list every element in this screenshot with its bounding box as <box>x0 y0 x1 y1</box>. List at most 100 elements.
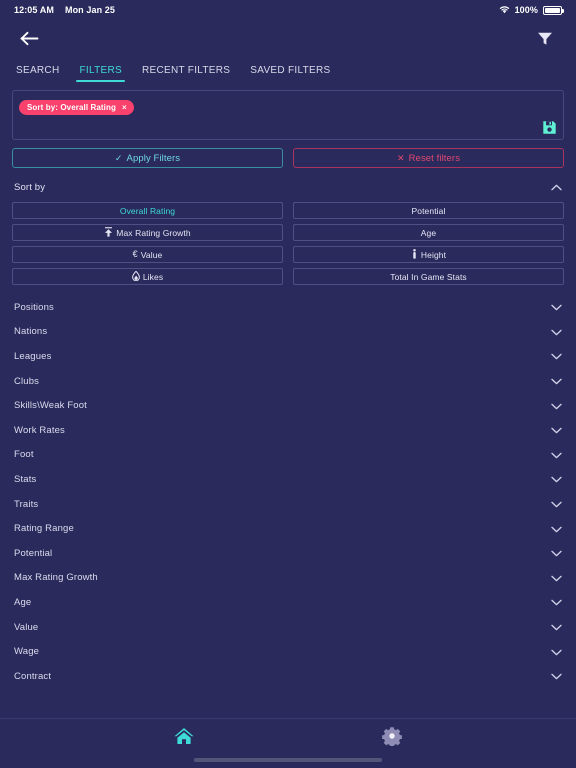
sort-by-section-header[interactable]: Sort by <box>0 176 576 198</box>
filter-section-work-rates[interactable]: Work Rates <box>0 418 576 443</box>
filter-section-label: Potential <box>14 547 53 559</box>
sort-option-label: Potential <box>411 205 446 216</box>
filter-section-label: Contract <box>14 670 52 682</box>
filter-section-nations[interactable]: Nations <box>0 320 576 345</box>
filter-section-positions[interactable]: Positions <box>0 295 576 320</box>
filter-sections-list: Positions Nations Leagues Clubs Skills\W… <box>0 295 576 689</box>
apply-filters-label: Apply Filters <box>126 152 181 164</box>
arrow-up-bar-icon <box>104 226 113 239</box>
chevron-down-icon[interactable] <box>551 397 562 415</box>
sort-option-label: Total In Game Stats <box>390 271 467 282</box>
filter-section-contract[interactable]: Contract <box>0 664 576 689</box>
chevron-down-icon[interactable] <box>551 421 562 439</box>
filter-section-label: Skills\Weak Foot <box>14 400 87 412</box>
nav-settings-button[interactable] <box>375 724 409 754</box>
filter-section-label: Value <box>14 621 39 633</box>
filter-section-traits[interactable]: Traits <box>0 492 576 517</box>
nav-home-button[interactable] <box>167 724 201 754</box>
filter-section-skills-weak-foot[interactable]: Skills\Weak Foot <box>0 393 576 418</box>
wifi-icon <box>499 5 510 16</box>
filter-section-value[interactable]: Value <box>0 615 576 640</box>
x-icon: ✕ <box>396 152 405 163</box>
chevron-down-icon[interactable] <box>551 495 562 513</box>
app-screen: 12:05 AM Mon Jan 25 100% SEARCH FILTERS … <box>0 0 576 768</box>
chevron-down-icon[interactable] <box>551 544 562 562</box>
chevron-down-icon[interactable] <box>551 372 562 390</box>
filter-section-potential[interactable]: Potential <box>0 541 576 566</box>
status-date: Mon Jan 25 <box>64 5 115 15</box>
filter-section-age[interactable]: Age <box>0 590 576 615</box>
battery-percent: 100% <box>514 5 538 15</box>
chevron-down-icon[interactable] <box>551 569 562 587</box>
chevron-down-icon[interactable] <box>551 347 562 365</box>
chevron-down-icon[interactable] <box>551 323 562 341</box>
filter-section-label: Leagues <box>14 350 52 362</box>
filter-section-leagues[interactable]: Leagues <box>0 344 576 369</box>
sort-option-total-in-game-stats[interactable]: Total In Game Stats <box>293 268 564 285</box>
filter-actions: ✓ Apply Filters ✕ Reset filters <box>0 140 576 168</box>
filter-chip-sort-by[interactable]: Sort by: Overall Rating × <box>19 100 134 115</box>
sort-option-overall-rating[interactable]: Overall Rating <box>12 202 283 219</box>
filter-section-label: Positions <box>14 301 54 313</box>
chevron-down-icon[interactable] <box>551 618 562 636</box>
filter-section-label: Max Rating Growth <box>14 572 98 584</box>
filter-section-rating-range[interactable]: Rating Range <box>0 516 576 541</box>
chevron-down-icon[interactable] <box>551 667 562 685</box>
sort-option-max-rating-growth[interactable]: Max Rating Growth <box>12 224 283 241</box>
status-bar: 12:05 AM Mon Jan 25 100% <box>0 0 576 20</box>
euro-icon: € <box>132 249 138 259</box>
tab-filters[interactable]: FILTERS <box>69 65 131 82</box>
filter-section-label: Stats <box>14 473 37 485</box>
filter-section-label: Wage <box>14 646 40 658</box>
chevron-down-icon[interactable] <box>551 470 562 488</box>
bottom-navigation <box>0 718 576 768</box>
chevron-down-icon[interactable] <box>551 298 562 316</box>
sort-option-likes[interactable]: Likes <box>12 268 283 285</box>
sort-option-label: Value <box>140 249 163 260</box>
sort-option-label: Age <box>420 227 437 238</box>
tab-saved-filters[interactable]: SAVED FILTERS <box>240 65 340 82</box>
filter-section-clubs[interactable]: Clubs <box>0 369 576 394</box>
sort-option-potential[interactable]: Potential <box>293 202 564 219</box>
status-time: 12:05 AM <box>14 5 54 15</box>
sort-option-label: Overall Rating <box>119 205 176 216</box>
sort-option-value[interactable]: € Value <box>12 246 283 263</box>
filter-section-foot[interactable]: Foot <box>0 443 576 468</box>
chevron-down-icon[interactable] <box>551 643 562 661</box>
filter-section-max-rating-growth[interactable]: Max Rating Growth <box>0 566 576 591</box>
chevron-down-icon[interactable] <box>551 593 562 611</box>
status-bar-left: 12:05 AM Mon Jan 25 <box>14 5 115 15</box>
reset-filters-label: Reset filters <box>408 152 461 164</box>
tab-search[interactable]: SEARCH <box>6 65 69 82</box>
save-floppy-icon[interactable] <box>540 118 558 136</box>
tab-bar: SEARCH FILTERS RECENT FILTERS SAVED FILT… <box>0 56 576 82</box>
home-indicator <box>194 758 382 762</box>
funnel-icon[interactable] <box>532 25 558 51</box>
close-icon[interactable]: × <box>122 103 127 112</box>
flame-icon <box>131 270 140 283</box>
reset-filters-button[interactable]: ✕ Reset filters <box>293 148 564 168</box>
filter-section-label: Traits <box>14 498 39 510</box>
apply-filters-button[interactable]: ✓ Apply Filters <box>12 148 283 168</box>
home-icon <box>173 726 195 751</box>
filter-section-label: Age <box>14 596 32 608</box>
filter-section-label: Work Rates <box>14 424 65 436</box>
check-icon: ✓ <box>114 152 123 163</box>
chevron-down-icon[interactable] <box>551 446 562 464</box>
filter-section-label: Nations <box>14 326 48 338</box>
filter-section-stats[interactable]: Stats <box>0 467 576 492</box>
chevron-down-icon[interactable] <box>551 520 562 538</box>
filter-section-label: Foot <box>14 449 34 461</box>
sort-option-height[interactable]: Height <box>293 246 564 263</box>
active-filters-panel: Sort by: Overall Rating × <box>12 90 564 140</box>
sort-by-title: Sort by <box>14 181 46 193</box>
sort-option-age[interactable]: Age <box>293 224 564 241</box>
filter-section-wage[interactable]: Wage <box>0 639 576 664</box>
status-bar-right: 100% <box>499 5 564 16</box>
sort-option-label: Height <box>420 249 447 260</box>
sort-option-label: Max Rating Growth <box>116 227 191 238</box>
filters-scroll-area[interactable]: Sort by Overall Rating Potential Max Rat… <box>0 168 576 718</box>
chevron-up-icon[interactable] <box>551 178 562 196</box>
back-arrow-icon[interactable] <box>16 25 42 51</box>
tab-recent-filters[interactable]: RECENT FILTERS <box>132 65 240 82</box>
